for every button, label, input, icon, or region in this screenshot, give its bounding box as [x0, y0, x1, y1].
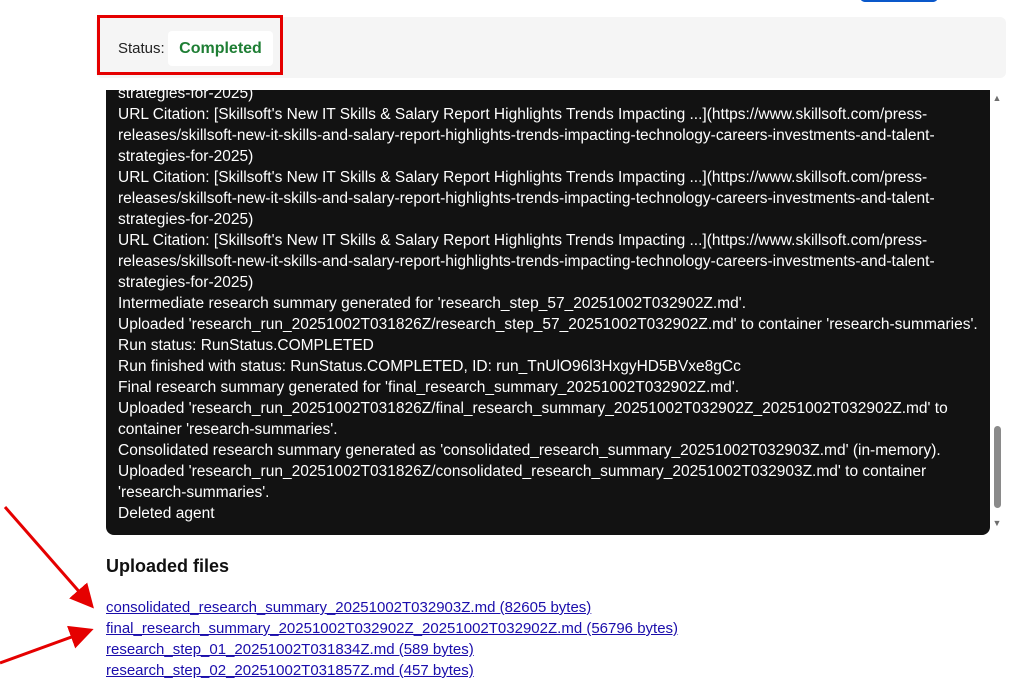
log-line: Run finished with status: RunStatus.COMP… — [118, 358, 741, 375]
log-scrollbar[interactable]: ▲ ▼ — [990, 90, 1004, 531]
log-line: releases/skillsoft-new-it-skills-and-sal… — [118, 253, 935, 270]
log-line: strategies-for-2025) — [118, 148, 254, 165]
log-line: strategies-for-2025) — [118, 274, 254, 291]
scrollbar-thumb[interactable] — [994, 426, 1001, 508]
list-item: consolidated_research_summary_20251002T0… — [106, 599, 678, 620]
log-line: 'research-summaries'. — [118, 484, 270, 501]
log-line: container 'research-summaries'. — [118, 421, 338, 438]
file-link[interactable]: final_research_summary_20251002T032902Z_… — [106, 620, 678, 637]
list-item: research_step_01_20251002T031834Z.md (58… — [106, 641, 678, 662]
log-lines: strategies-for-2025) URL Citation: [Skil… — [118, 90, 984, 524]
log-line: strategies-for-2025) — [118, 90, 254, 102]
list-item: final_research_summary_20251002T032902Z_… — [106, 620, 678, 641]
log-line: Intermediate research summary generated … — [118, 295, 747, 312]
uploaded-files-heading: Uploaded files — [106, 556, 230, 576]
log-line: URL Citation: [Skillsoft's New IT Skills… — [118, 169, 928, 186]
file-link[interactable]: consolidated_research_summary_20251002T0… — [106, 599, 591, 616]
log-line: Uploaded 'research_run_20251002T031826Z/… — [118, 463, 927, 480]
annotation-highlight-box — [97, 15, 283, 75]
log-line: Uploaded 'research_run_20251002T031826Z/… — [118, 400, 948, 417]
log-line: Deleted agent — [118, 505, 215, 522]
annotation-arrows — [0, 506, 94, 665]
annotation-arrow-upper-icon — [3, 506, 94, 609]
file-link[interactable]: research_step_01_20251002T031834Z.md (58… — [106, 641, 474, 658]
log-line: releases/skillsoft-new-it-skills-and-sal… — [118, 190, 935, 207]
top-button[interactable] — [860, 0, 938, 2]
log-line: Consolidated research summary generated … — [118, 442, 941, 459]
list-item: research_step_02_20251002T031857Z.md (45… — [106, 662, 678, 683]
uploaded-file-list: consolidated_research_summary_20251002T0… — [106, 599, 678, 683]
file-link[interactable]: research_step_02_20251002T031857Z.md (45… — [106, 662, 474, 679]
log-line: Run status: RunStatus.COMPLETED — [118, 337, 374, 354]
log-line: Final research summary generated for 'fi… — [118, 379, 740, 396]
log-line: Uploaded 'research_run_20251002T031826Z/… — [118, 316, 978, 333]
log-line: releases/skillsoft-new-it-skills-and-sal… — [118, 127, 935, 144]
log-output-panel: strategies-for-2025) URL Citation: [Skil… — [106, 90, 990, 535]
log-line: URL Citation: [Skillsoft's New IT Skills… — [118, 232, 928, 249]
log-line: URL Citation: [Skillsoft's New IT Skills… — [118, 106, 928, 123]
log-line: strategies-for-2025) — [118, 211, 254, 228]
scroll-up-arrow-icon[interactable]: ▲ — [990, 91, 1004, 105]
scroll-down-arrow-icon[interactable]: ▼ — [990, 516, 1004, 530]
annotation-arrow-lower-icon — [0, 625, 94, 665]
